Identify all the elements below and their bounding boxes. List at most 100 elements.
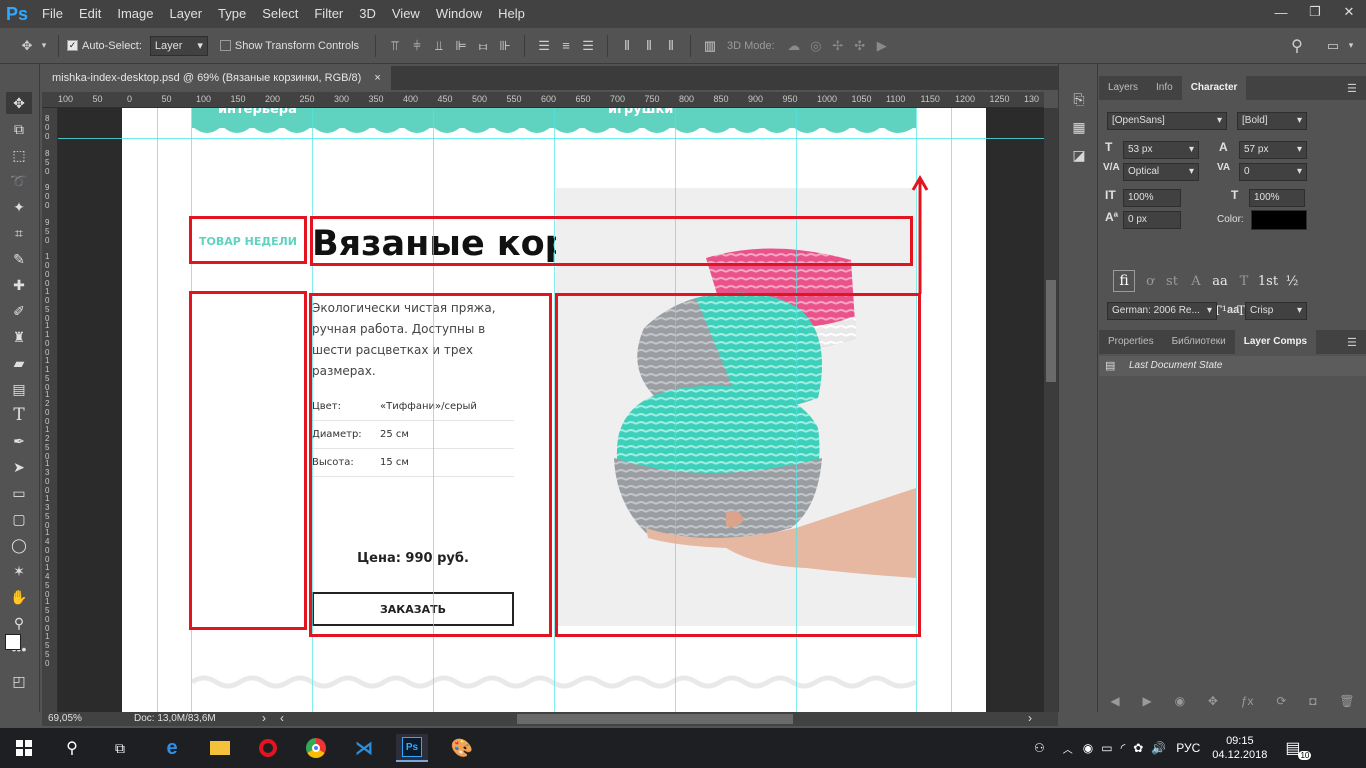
task-view-icon[interactable]: ⧉ (104, 734, 136, 762)
new-comp-icon[interactable]: ◘ (1309, 694, 1316, 708)
align-right-icon[interactable]: ⊪ (494, 35, 516, 57)
ordinals-button[interactable]: 1st (1257, 274, 1279, 292)
search-icon[interactable]: ⚲ (1286, 35, 1308, 57)
leading-field[interactable]: 57 px ▾ (1239, 141, 1307, 159)
guide-horizontal[interactable] (58, 138, 1044, 139)
font-size-field[interactable]: 53 px ▾ (1123, 141, 1199, 159)
grid-icon[interactable]: ▦ (1068, 116, 1090, 138)
eyedropper-icon[interactable]: ✎ (6, 248, 32, 270)
battery-icon[interactable]: ▭ (1101, 741, 1112, 755)
volume-icon[interactable]: 🔊 (1151, 741, 1166, 755)
type-tool-icon[interactable]: T (6, 404, 32, 426)
menu-select[interactable]: Select (254, 0, 306, 28)
auto-align-icon[interactable]: ▥ (699, 35, 721, 57)
quick-mask-icon[interactable]: ◰ (6, 670, 32, 692)
chevron-down-icon[interactable]: ▾ (1340, 35, 1362, 57)
ornaments-button[interactable]: T (1233, 274, 1255, 292)
vertical-ruler[interactable]: 800 850 900 950 1000 1050 1100 1150 1200 1250 1300… (42, 108, 58, 712)
healing-brush-icon[interactable]: ✚ (6, 274, 32, 296)
position-icon[interactable]: ✥ (1208, 694, 1218, 708)
menu-file[interactable]: File (34, 0, 71, 28)
move-tool-icon[interactable]: ✥ (16, 35, 38, 57)
distribute-top-icon[interactable]: ☰ (533, 35, 555, 57)
menu-filter[interactable]: Filter (306, 0, 351, 28)
show-transform-checkbox[interactable] (219, 40, 231, 51)
chevron-right-icon[interactable]: › (1028, 711, 1032, 725)
align-bottom-icon[interactable]: ⫫ (428, 35, 450, 57)
prev-comp-icon[interactable]: ◀ (1110, 694, 1119, 708)
tab-layers[interactable]: Layers (1099, 76, 1147, 100)
tab-properties[interactable]: Properties (1099, 330, 1163, 354)
3d-slide-icon[interactable]: ✣ (849, 35, 871, 57)
restore-icon[interactable]: ❐ (1298, 0, 1332, 24)
fx-icon[interactable]: ƒx (1241, 694, 1254, 708)
chevron-right-icon[interactable]: › (262, 711, 266, 725)
ellipse-tool-icon[interactable]: ◯ (6, 534, 32, 556)
tab-info[interactable]: Info (1147, 76, 1182, 100)
close-window-icon[interactable]: ✕ (1332, 0, 1366, 24)
panel-menu-icon[interactable]: ☰ (1347, 336, 1357, 349)
document-tab[interactable]: mishka-index-desktop.psd @ 69% (Вязаные … (42, 66, 391, 90)
lasso-tool-icon[interactable]: ➰ (6, 170, 32, 192)
adjust-icon[interactable]: ◪ (1068, 144, 1090, 166)
distribute-hcenter-icon[interactable]: ⦀ (638, 35, 660, 57)
trash-icon[interactable]: 🗑 (1339, 694, 1354, 708)
notifications-icon[interactable]: ▤ 10 (1285, 738, 1312, 760)
menu-edit[interactable]: Edit (71, 0, 109, 28)
zoom-tool-icon[interactable]: ⚲ (6, 612, 32, 634)
file-explorer-icon[interactable] (204, 734, 236, 762)
menu-help[interactable]: Help (490, 0, 533, 28)
font-style-select[interactable]: [Bold] ▾ (1237, 112, 1307, 130)
menu-layer[interactable]: Layer (162, 0, 211, 28)
baseline-shift-field[interactable]: 0 px (1123, 211, 1181, 229)
swash-button[interactable]: st (1161, 274, 1183, 292)
visibility-icon[interactable]: ◉ (1175, 694, 1185, 708)
tray-app-icon[interactable]: ◉ (1083, 741, 1093, 755)
text-color-swatch[interactable] (1251, 210, 1307, 230)
vertical-scrollbar[interactable] (1044, 108, 1058, 712)
align-vcenter-icon[interactable]: ⫩ (406, 35, 428, 57)
auto-select-dropdown[interactable]: Layer ▾ (149, 35, 208, 56)
guide-vertical[interactable] (157, 108, 158, 712)
ligatures-button[interactable]: fi (1113, 270, 1135, 292)
vertical-scroll-thumb[interactable] (1046, 280, 1056, 382)
close-tab-icon[interactable]: × (374, 72, 380, 84)
chevron-left-icon[interactable]: ‹ (280, 711, 284, 725)
tab-layer-comps[interactable]: Layer Comps (1234, 330, 1317, 354)
distribute-bottom-icon[interactable]: ☰ (577, 35, 599, 57)
people-icon[interactable]: ⚇ (1034, 741, 1045, 755)
vscode-icon[interactable]: ⋊ (348, 734, 380, 762)
tab-libraries[interactable]: Библиотеки (1163, 330, 1235, 354)
stylistic-alternates-button[interactable]: A (1185, 274, 1207, 292)
custom-shape-icon[interactable]: ✶ (6, 560, 32, 582)
horizontal-scale-field[interactable]: 100% (1249, 189, 1305, 207)
3d-pan-icon[interactable]: ✢ (827, 35, 849, 57)
marquee-tool-icon[interactable]: ⬚ (6, 144, 32, 166)
dropbox-icon[interactable]: ✿ (1133, 741, 1143, 755)
document-canvas-area[interactable]: интерьера игрушки ТОВАР НЕДЕЛИ Вязаные к… (58, 108, 1044, 712)
update-icon[interactable]: ⟳ (1276, 694, 1286, 708)
align-left-icon[interactable]: ⊫ (450, 35, 472, 57)
3d-scale-icon[interactable]: ▶ (871, 35, 893, 57)
minimize-icon[interactable]: — (1264, 0, 1298, 24)
path-select-icon[interactable]: ➤ (6, 456, 32, 478)
next-comp-icon[interactable]: ▶ (1143, 694, 1152, 708)
rounded-rect-icon[interactable]: ▢ (6, 508, 32, 530)
magic-wand-icon[interactable]: ✦ (6, 196, 32, 218)
layer-comp-row[interactable]: ▤ Last Document State (1099, 356, 1366, 376)
antialias-select[interactable]: Crisp ▾ (1245, 302, 1307, 320)
align-top-icon[interactable]: ⫪ (384, 35, 406, 57)
align-hcenter-icon[interactable]: ⧦ (472, 35, 494, 57)
clock[interactable]: 09:15 04.12.2018 (1212, 734, 1267, 762)
paint-icon[interactable]: 🎨 (446, 734, 478, 762)
distribute-right-icon[interactable]: ⦀ (660, 35, 682, 57)
3d-roll-icon[interactable]: ◎ (805, 35, 827, 57)
titling-button[interactable]: aa (1209, 274, 1231, 292)
menu-3d[interactable]: 3D (351, 0, 384, 28)
stamp-tool-icon[interactable]: ♜ (6, 326, 32, 348)
pen-tool-icon[interactable]: ✒ (6, 430, 32, 452)
opera-icon[interactable] (252, 734, 284, 762)
foreground-color-swatch[interactable] (5, 634, 21, 650)
horizontal-scroll-thumb[interactable] (517, 714, 793, 724)
search-icon[interactable]: ⚲ (56, 734, 88, 762)
